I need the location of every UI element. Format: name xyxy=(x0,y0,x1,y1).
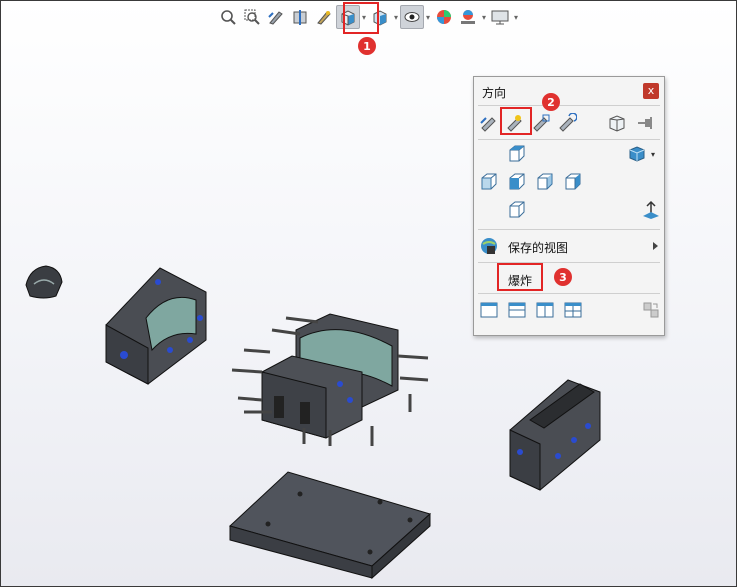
divider xyxy=(478,229,660,230)
zoom-to-area-icon[interactable] xyxy=(240,5,264,29)
display-style-caret[interactable]: ▾ xyxy=(392,5,400,29)
apply-scene-icon[interactable] xyxy=(456,5,480,29)
left-bearing-block[interactable] xyxy=(105,267,207,385)
close-icon[interactable]: x xyxy=(643,83,659,99)
normal-to-icon[interactable] xyxy=(640,199,662,221)
annotation-box-3 xyxy=(497,263,543,291)
front-view-icon[interactable] xyxy=(506,171,528,193)
panel-title: 方向 xyxy=(482,86,507,100)
view-settings-caret[interactable]: ▾ xyxy=(512,5,520,29)
hide-show-items-icon[interactable] xyxy=(400,5,424,29)
submenu-arrow-icon[interactable] xyxy=(653,242,658,250)
update-standard-views-icon[interactable] xyxy=(530,112,552,134)
annotation-box-1 xyxy=(343,2,379,34)
single-view-icon[interactable] xyxy=(478,299,500,321)
bottom-view-icon[interactable] xyxy=(506,199,528,221)
ring-part[interactable] xyxy=(25,265,63,299)
divider xyxy=(478,139,660,140)
base-plate[interactable] xyxy=(229,471,432,580)
isometric-view-icon[interactable] xyxy=(626,143,648,165)
top-view-icon[interactable] xyxy=(506,143,528,165)
four-view-icon[interactable] xyxy=(562,299,584,321)
link-views-icon[interactable] xyxy=(640,299,662,321)
zoom-to-fit-icon[interactable] xyxy=(216,5,240,29)
previous-view-icon[interactable] xyxy=(264,5,288,29)
two-view-vertical-icon[interactable] xyxy=(534,299,556,321)
view-selector-icon[interactable] xyxy=(478,112,500,134)
hide-show-caret[interactable]: ▾ xyxy=(424,5,432,29)
annotation-badge-2: 2 xyxy=(542,93,560,111)
center-assembly[interactable] xyxy=(231,313,429,446)
view-dropdown-caret[interactable]: ▾ xyxy=(648,143,658,165)
back-view-icon[interactable] xyxy=(562,171,584,193)
annotation-badge-3: 3 xyxy=(554,268,572,286)
right-block[interactable] xyxy=(509,379,601,491)
annotation-badge-1: 1 xyxy=(358,37,376,55)
pin-icon[interactable] xyxy=(634,112,656,134)
reset-standard-views-icon[interactable] xyxy=(556,112,578,134)
right-view-icon[interactable] xyxy=(534,171,556,193)
two-view-horizontal-icon[interactable] xyxy=(506,299,528,321)
apply-scene-caret[interactable]: ▾ xyxy=(480,5,488,29)
saved-views-label[interactable]: 保存的视图 xyxy=(508,239,568,256)
saved-views-icon[interactable] xyxy=(478,235,500,257)
divider xyxy=(478,105,660,106)
edit-appearance-icon[interactable] xyxy=(432,5,456,29)
dynamic-annotation-icon[interactable] xyxy=(312,5,336,29)
divider xyxy=(478,293,660,294)
left-view-icon[interactable] xyxy=(478,171,500,193)
view-cube-icon[interactable] xyxy=(606,112,628,134)
view-settings-icon[interactable] xyxy=(488,5,512,29)
annotation-box-2 xyxy=(500,107,532,135)
section-view-icon[interactable] xyxy=(288,5,312,29)
